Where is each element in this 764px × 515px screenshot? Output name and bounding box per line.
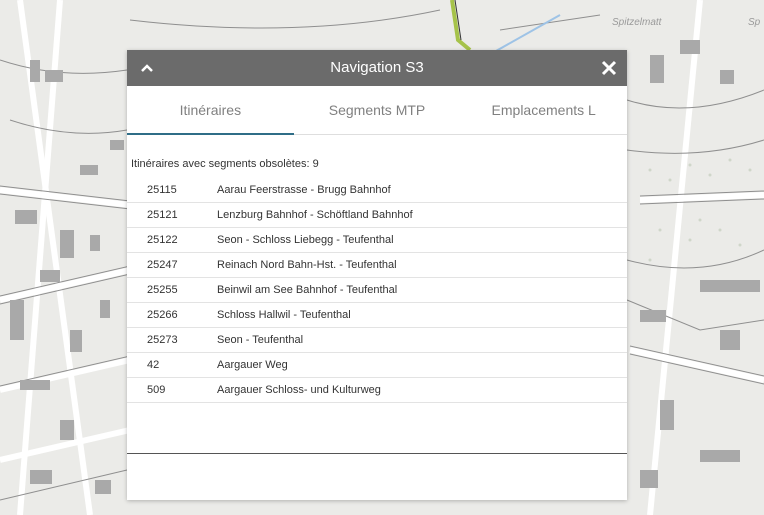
itinerary-name: Schloss Hallwil - Teufenthal [217,309,351,321]
itinerary-name: Aargauer Schloss- und Kulturweg [217,384,381,396]
itinerary-id: 509 [147,384,166,396]
itinerary-name: Reinach Nord Bahn-Hst. - Teufenthal [217,259,397,271]
list-item[interactable]: 25247 Reinach Nord Bahn-Hst. - Teufentha… [127,253,627,278]
navigation-panel: Navigation S3 Itinéraires Segments MTP E… [127,50,627,500]
map-label-sp: Sp [748,17,761,28]
itinerary-list: 25115 Aarau Feerstrasse - Brugg Bahnhof … [127,178,627,403]
list-item[interactable]: 42 Aargauer Weg [127,353,627,378]
list-item[interactable]: 25115 Aarau Feerstrasse - Brugg Bahnhof [127,178,627,203]
tab-bar: Itinéraires Segments MTP Emplacements L [127,86,627,135]
itinerary-id: 25121 [147,209,178,221]
itinerary-name: Seon - Teufenthal [217,334,304,346]
list-item[interactable]: 25273 Seon - Teufenthal [127,328,627,353]
itinerary-id: 25273 [147,334,178,346]
itinerary-id: 42 [147,359,160,371]
tab-content: Itinéraires avec segments obsolètes: 9 2… [127,135,627,403]
list-item[interactable]: 25121 Lenzburg Bahnhof - Schöftland Bahn… [127,203,627,228]
itinerary-id: 25122 [147,234,178,246]
itinerary-name: Seon - Schloss Liebegg - Teufenthal [217,234,394,246]
list-item[interactable]: 509 Aargauer Schloss- und Kulturweg [127,378,627,403]
map-label-spitzelmatt: Spitzelmatt [612,17,663,28]
summary-text: Itinéraires avec segments obsolètes: 9 [131,158,319,170]
panel-title: Navigation S3 [330,59,424,76]
close-icon[interactable] [597,56,621,80]
list-item[interactable]: 25266 Schloss Hallwil - Teufenthal [127,303,627,328]
itinerary-id: 25255 [147,284,178,296]
itinerary-id: 25247 [147,259,178,271]
list-item[interactable]: 25255 Beinwil am See Bahnhof - Teufentha… [127,278,627,303]
tab-itineraires[interactable]: Itinéraires [127,86,294,135]
itinerary-name: Lenzburg Bahnhof - Schöftland Bahnhof [217,209,413,221]
tab-emplacements[interactable]: Emplacements L [460,86,627,134]
panel-divider [127,453,627,454]
itinerary-name: Aargauer Weg [217,359,288,371]
itinerary-name: Aarau Feerstrasse - Brugg Bahnhof [217,184,391,196]
tab-segments-mtp[interactable]: Segments MTP [294,86,461,134]
itinerary-id: 25266 [147,309,178,321]
list-item[interactable]: 25122 Seon - Schloss Liebegg - Teufentha… [127,228,627,253]
panel-titlebar: Navigation S3 [127,50,627,86]
itinerary-id: 25115 [147,184,177,196]
itinerary-name: Beinwil am See Bahnhof - Teufenthal [217,284,398,296]
